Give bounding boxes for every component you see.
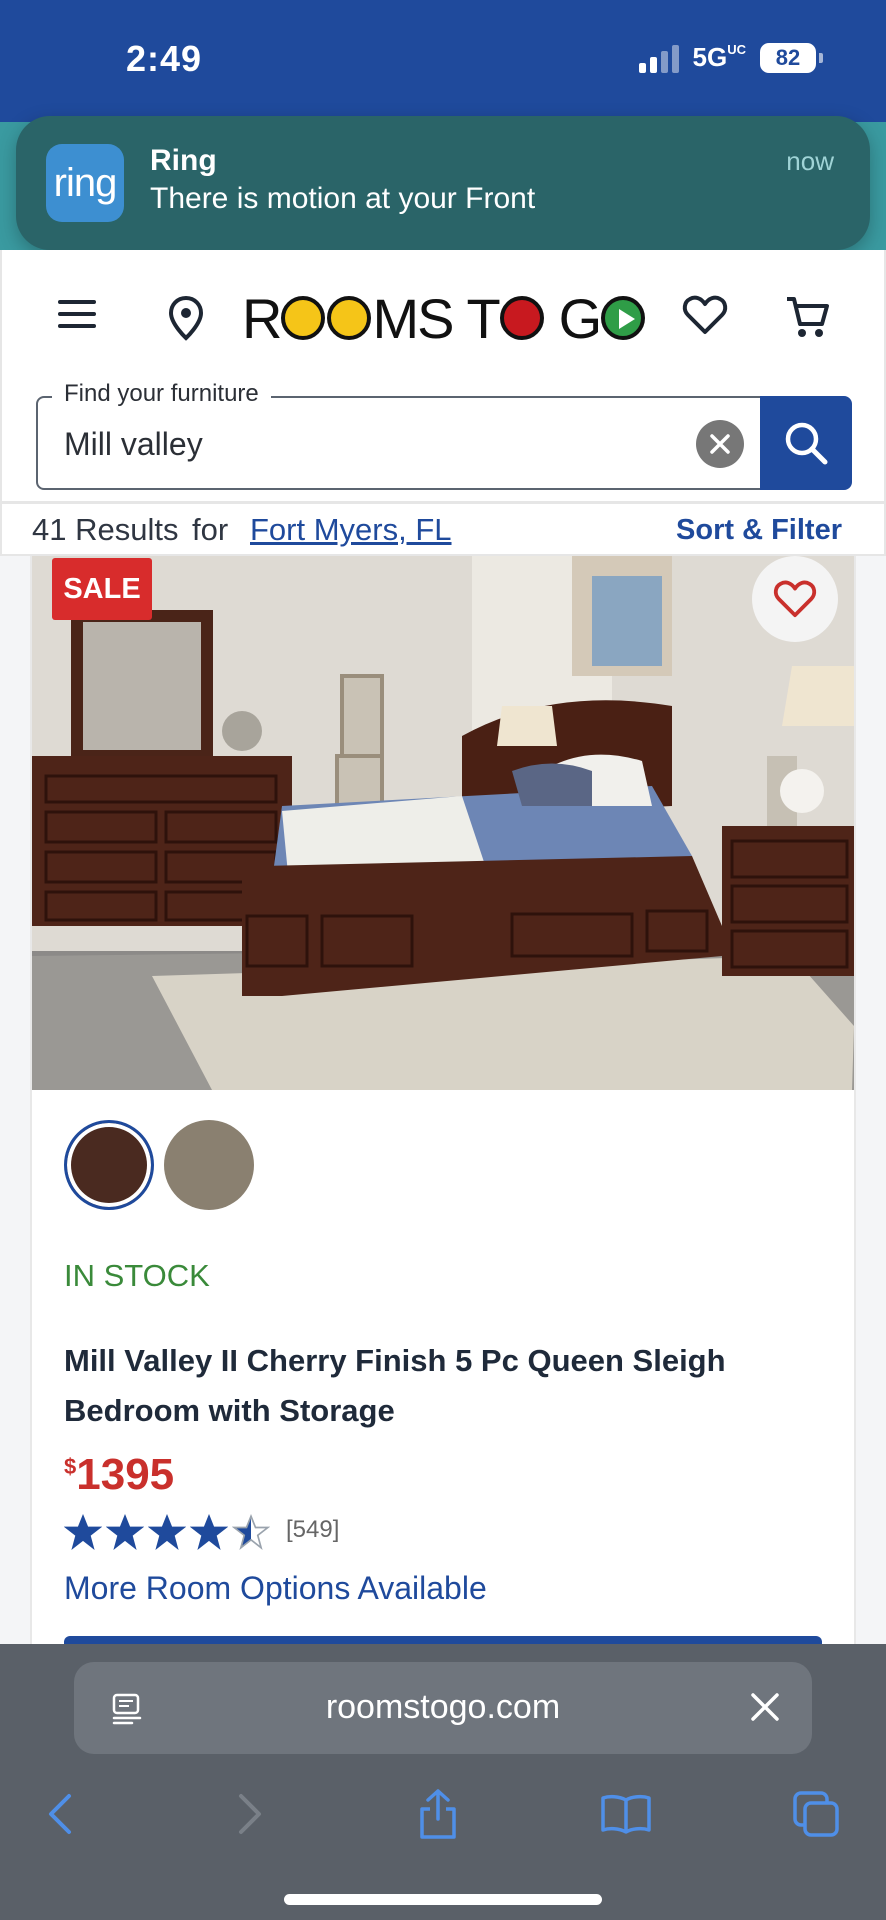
wishlist-heart-icon[interactable] <box>682 294 728 341</box>
browser-toolbar: roomstogo.com <box>0 1644 886 1920</box>
search-icon <box>785 422 828 465</box>
clear-search-button[interactable] <box>696 420 744 468</box>
search-label: Find your furniture <box>52 380 271 408</box>
sort-filter-button[interactable]: Sort & Filter <box>676 514 842 547</box>
star-icon <box>64 1514 102 1550</box>
browser-nav-row <box>0 1774 886 1854</box>
menu-icon[interactable] <box>58 300 98 328</box>
stock-status: IN STOCK <box>64 1258 210 1293</box>
rooms-to-go-logo[interactable]: R MS T G <box>242 287 646 350</box>
results-bar: 41 Results for Fort Myers, FL Sort & Fil… <box>0 504 886 556</box>
star-icon <box>148 1514 186 1550</box>
back-icon[interactable] <box>30 1784 90 1844</box>
bookmarks-icon[interactable] <box>596 1784 656 1844</box>
search-button[interactable] <box>760 396 852 490</box>
home-indicator <box>284 1894 602 1905</box>
product-title[interactable]: Mill Valley II Cherry Finish 5 Pc Queen … <box>64 1336 804 1436</box>
results-count: 41 Results <box>32 512 179 547</box>
location-pin-icon[interactable] <box>166 294 206 347</box>
notification-app-name: Ring <box>150 144 217 177</box>
status-bar: 2:49 5GUC 82 <box>0 0 886 122</box>
star-icon <box>190 1514 228 1550</box>
star-icon <box>106 1514 144 1550</box>
rating-stars <box>64 1514 270 1550</box>
ring-notification[interactable]: ring Ring There is motion at your Front … <box>16 116 870 250</box>
product-image[interactable]: SALE <box>32 556 854 1090</box>
site-header: R MS T G <box>0 250 886 390</box>
star-icon <box>232 1514 270 1550</box>
color-swatch-gray[interactable] <box>164 1120 254 1210</box>
address-bar[interactable]: roomstogo.com <box>74 1662 812 1754</box>
status-time: 2:49 <box>126 38 203 79</box>
product-price: $1395 <box>64 1450 175 1499</box>
color-swatch-cherry[interactable] <box>64 1120 154 1210</box>
search-bar: Find your furniture Mill valley <box>0 372 886 504</box>
close-icon <box>710 434 730 454</box>
sale-badge: SALE <box>52 558 152 620</box>
bedroom-photo <box>32 556 854 1090</box>
cellular-signal-icon <box>638 43 679 73</box>
product-card[interactable]: SALE IN STOCK Mill Valley II Cherry Fini… <box>30 556 856 1648</box>
store-location-link[interactable]: Fort Myers, FL <box>250 512 452 548</box>
cart-icon[interactable] <box>784 294 830 345</box>
more-room-options-link[interactable]: More Room Options Available <box>64 1570 487 1607</box>
notification-time: now <box>786 146 834 176</box>
ring-app-icon: ring <box>46 144 124 222</box>
url-text: roomstogo.com <box>325 1688 561 1726</box>
forward-icon[interactable] <box>220 1784 280 1844</box>
close-icon[interactable] <box>748 1690 782 1729</box>
favorite-button[interactable] <box>752 556 838 642</box>
share-icon[interactable] <box>408 1784 468 1844</box>
review-count[interactable]: [549] <box>286 1516 339 1544</box>
heart-icon <box>773 580 817 618</box>
network-type: 5GUC <box>692 42 746 72</box>
search-value[interactable]: Mill valley <box>64 426 203 463</box>
results-for: for <box>192 512 229 547</box>
tabs-icon[interactable] <box>786 1784 846 1844</box>
status-indicators: 5GUC 82 <box>638 42 823 73</box>
notification-message: There is motion at your Front <box>150 182 536 215</box>
search-input[interactable]: Find your furniture Mill valley <box>36 380 762 490</box>
battery-icon: 82 <box>760 42 823 73</box>
